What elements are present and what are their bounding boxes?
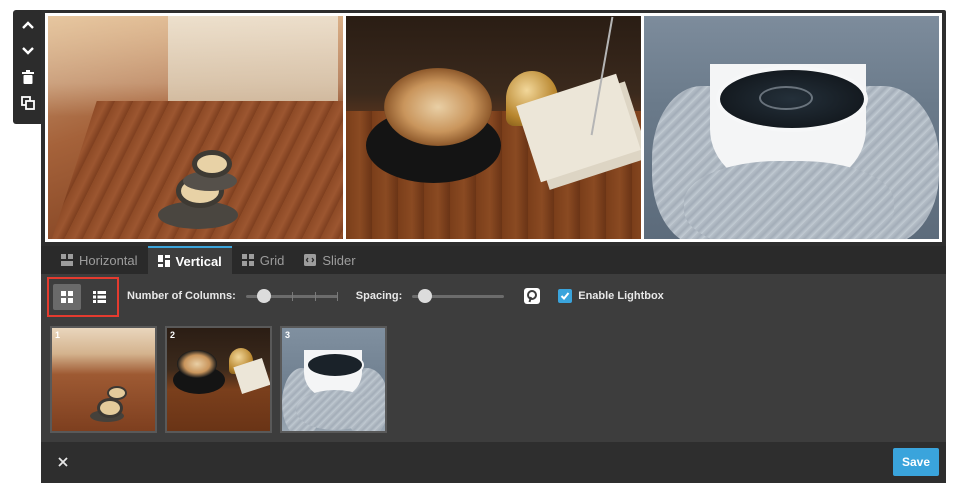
duplicate-button[interactable]	[19, 94, 37, 112]
thumbnail-2[interactable]: 2	[165, 326, 272, 433]
move-down-button[interactable]	[19, 42, 37, 60]
trash-icon	[22, 70, 34, 84]
thumbnail-1[interactable]: 1	[50, 326, 157, 433]
gallery-image-latte	[346, 16, 641, 239]
editor-footer: Save	[41, 442, 946, 483]
gallery-editor-panel: Horizontal Vertical Grid Slider Number o…	[41, 10, 946, 483]
list-view-button[interactable]	[85, 284, 113, 310]
spacing-label: Spacing:	[355, 290, 403, 302]
block-toolbar	[13, 10, 43, 124]
thumbnail-number: 1	[55, 330, 61, 340]
chevron-down-icon	[22, 47, 34, 55]
tab-label: Grid	[259, 252, 285, 268]
view-toggle-group	[47, 276, 119, 317]
list-view-icon	[92, 290, 106, 303]
chevron-up-icon	[22, 21, 34, 29]
pinterest-icon	[524, 288, 541, 304]
layout-settings-bar: Number of Columns: Spacing: Enable Light…	[41, 274, 946, 318]
thumbnail-strip: 1 2 3	[41, 318, 946, 442]
spacing-slider[interactable]	[412, 288, 505, 304]
spacing-slider-handle[interactable]	[418, 289, 433, 303]
close-button[interactable]	[55, 454, 71, 470]
columns-slider[interactable]	[245, 288, 338, 304]
horizontal-layout-icon	[61, 254, 73, 266]
close-icon	[58, 457, 68, 467]
enable-lightbox-checkbox[interactable]	[558, 289, 573, 303]
move-up-button[interactable]	[19, 16, 37, 34]
slider-layout-icon	[304, 254, 317, 266]
delete-button[interactable]	[19, 68, 37, 86]
tab-vertical[interactable]: Vertical	[147, 246, 232, 274]
save-button[interactable]: Save	[893, 448, 939, 476]
columns-label: Number of Columns:	[127, 290, 236, 302]
vertical-layout-icon	[157, 255, 170, 267]
enable-lightbox-label[interactable]: Enable Lightbox	[578, 290, 664, 302]
grid-view-icon	[61, 290, 73, 303]
tab-slider[interactable]: Slider	[294, 246, 365, 274]
checkmark-icon	[561, 292, 570, 300]
grid-view-button[interactable]	[53, 283, 81, 310]
layout-tabs: Horizontal Vertical Grid Slider	[41, 246, 946, 274]
tab-label: Horizontal	[79, 252, 138, 268]
tab-horizontal[interactable]: Horizontal	[51, 246, 148, 274]
thumbnail-number: 3	[285, 330, 291, 340]
thumbnail-3[interactable]: 3	[280, 326, 387, 433]
tab-grid[interactable]: Grid	[232, 246, 295, 274]
copy-icon	[21, 96, 35, 110]
gallery-preview	[45, 13, 942, 242]
grid-layout-icon	[241, 254, 254, 266]
tab-label: Vertical	[175, 253, 222, 269]
tab-label: Slider	[322, 252, 356, 268]
gallery-image-mittens-mug	[644, 16, 939, 239]
pinterest-button[interactable]	[524, 288, 541, 304]
thumbnail-number: 2	[170, 330, 176, 340]
gallery-image-cafe-table	[48, 16, 343, 239]
